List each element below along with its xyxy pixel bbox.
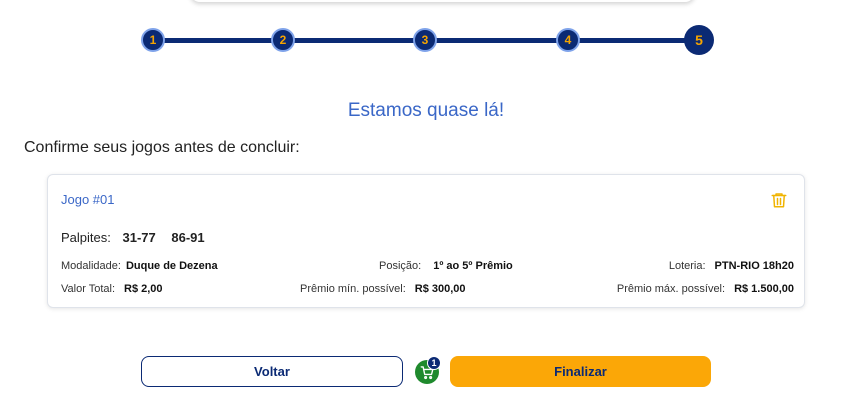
step-5-current[interactable]: 5 xyxy=(684,25,714,55)
premio-max: Prêmio máx. possível: R$ 1.500,00 xyxy=(617,283,794,295)
loteria: Loteria: PTN-RIO 18h20 xyxy=(669,260,794,272)
loteria-label: Loteria: xyxy=(668,260,706,272)
game-title: Jogo #01 xyxy=(61,192,115,207)
game-card: Jogo #01 Palpites: 31-77 86-91 Modalidad… xyxy=(47,174,805,308)
back-button[interactable]: Voltar xyxy=(141,356,403,387)
step-4[interactable]: 4 xyxy=(556,28,580,52)
valor-total-value: R$ 2,00 xyxy=(124,283,163,295)
posicao-value: 1º ao 5º Prêmio xyxy=(433,260,513,272)
valor-total-label: Valor Total: xyxy=(61,283,116,295)
modalidade-value: Duque de Dezena xyxy=(125,260,218,272)
step-1[interactable]: 1 xyxy=(141,28,165,52)
step-2[interactable]: 2 xyxy=(271,28,295,52)
modalidade-label: Modalidade: xyxy=(61,260,121,272)
valor-total: Valor Total: R$ 2,00 xyxy=(61,283,163,295)
premio-min-value: R$ 300,00 xyxy=(414,283,466,295)
palpite-2: 86-91 xyxy=(171,230,205,245)
modalidade: Modalidade: Duque de Dezena xyxy=(61,260,218,272)
step-3[interactable]: 3 xyxy=(413,28,437,52)
palpite-1: 31-77 xyxy=(122,230,156,245)
posicao-label: Posição: xyxy=(379,260,422,272)
loteria-value: PTN-RIO 18h20 xyxy=(714,260,794,272)
posicao: Posição: 1º ao 5º Prêmio xyxy=(379,260,513,272)
premio-max-label: Prêmio máx. possível: xyxy=(616,283,726,295)
trash-icon[interactable] xyxy=(770,191,788,209)
palpites-line: Palpites: 31-77 86-91 xyxy=(61,230,205,245)
premio-min: Prêmio mín. possível: R$ 300,00 xyxy=(300,283,466,295)
progress-stepper: 1 2 3 4 5 xyxy=(0,0,852,80)
cart-count-badge: 1 xyxy=(427,356,441,370)
finish-button[interactable]: Finalizar xyxy=(450,356,711,387)
premio-max-value: R$ 1.500,00 xyxy=(734,283,794,295)
premio-min-label: Prêmio mín. possível: xyxy=(300,283,406,295)
palpites-label: Palpites: xyxy=(61,230,111,245)
confirm-instruction: Confirme seus jogos antes de concluir: xyxy=(24,139,300,156)
page-heading: Estamos quase lá! xyxy=(347,100,505,121)
